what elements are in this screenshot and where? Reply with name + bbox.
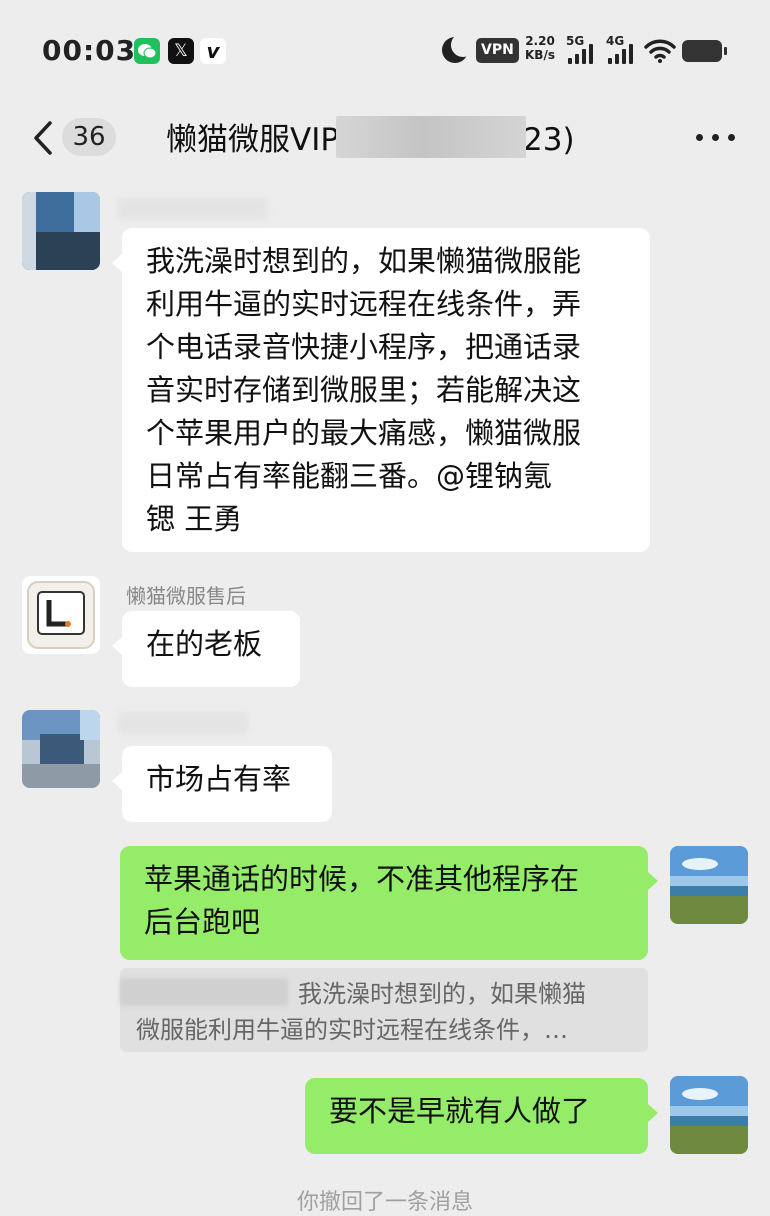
sender-name-redacted: [118, 198, 268, 220]
message-line: 我洗澡时想到的，如果懒猫微服能: [146, 244, 582, 278]
message-line: 个电话录音快捷小程序，把通话录: [146, 330, 582, 364]
wifi-icon: [644, 38, 676, 64]
x-icon: 𝕏: [168, 38, 194, 64]
sender-name: 懒猫微服售后: [126, 584, 246, 608]
redaction-mask: [120, 978, 288, 1006]
speed-unit: KB/s: [525, 48, 555, 62]
recall-notice: 你撤回了一条消息: [296, 1190, 473, 1215]
redaction-mask: [336, 116, 526, 158]
vpn-badge: VPN: [476, 38, 519, 63]
message-bubble[interactable]: 苹果通话的时候，不准其他程序在 后台跑吧: [120, 846, 658, 960]
more-options-icon[interactable]: [696, 134, 736, 144]
moon-icon: [442, 33, 475, 63]
message-line: 苹果通话的时候，不准其他程序在: [144, 862, 580, 896]
message-line: 利用牛逼的实时远程在线条件，弄: [146, 287, 582, 321]
avatar-self[interactable]: [670, 846, 748, 924]
avatar-self[interactable]: [670, 1076, 748, 1154]
battery-icon: [682, 40, 727, 62]
message-line: 日常占有率能翻三番。@锂钠氪: [146, 459, 553, 493]
clock: 00:03: [42, 34, 137, 67]
signal-bars-icon: [568, 44, 596, 64]
sender-name-redacted: [118, 712, 248, 734]
chat-header: 36 懒猫微服VIP交流群2098(23): [0, 100, 770, 180]
message-line: 音实时存储到微服里；若能解决这: [146, 373, 582, 407]
unread-count-badge[interactable]: 36: [62, 118, 116, 156]
message-bubble[interactable]: 要不是早就有人做了: [305, 1078, 658, 1154]
message-line: 后台跑吧: [144, 905, 261, 939]
message-line: 锶 王勇: [146, 502, 243, 536]
network-speed: 2.20 KB/s: [520, 34, 560, 62]
wechat-icon: [134, 38, 160, 64]
v-icon: v: [200, 38, 226, 64]
speed-value: 2.20: [525, 34, 555, 48]
quoted-message[interactable]: 我洗澡时想到的，如果懒猫 微服能利用牛逼的实时远程在线条件，…: [120, 968, 648, 1052]
avatar[interactable]: [22, 192, 100, 270]
back-arrow-icon[interactable]: [30, 120, 56, 156]
quote-line: 微服能利用牛逼的实时远程在线条件，…: [136, 1016, 568, 1044]
avatar[interactable]: [22, 710, 100, 788]
avatar[interactable]: [22, 576, 100, 654]
status-bar: 00:03 𝕏 v VPN 2.20 KB/s 5G 4G: [0, 0, 770, 100]
message-bubble[interactable]: 市场占有率: [112, 746, 332, 822]
signal-bars-icon: [608, 44, 636, 64]
message-bubble[interactable]: 我洗澡时想到的，如果懒猫微服能 利用牛逼的实时远程在线条件，弄 个电话录音快捷小…: [112, 228, 650, 552]
message-line: 个苹果用户的最大痛感，懒猫微服: [146, 416, 582, 450]
message-bubble[interactable]: 在的老板: [112, 611, 300, 687]
